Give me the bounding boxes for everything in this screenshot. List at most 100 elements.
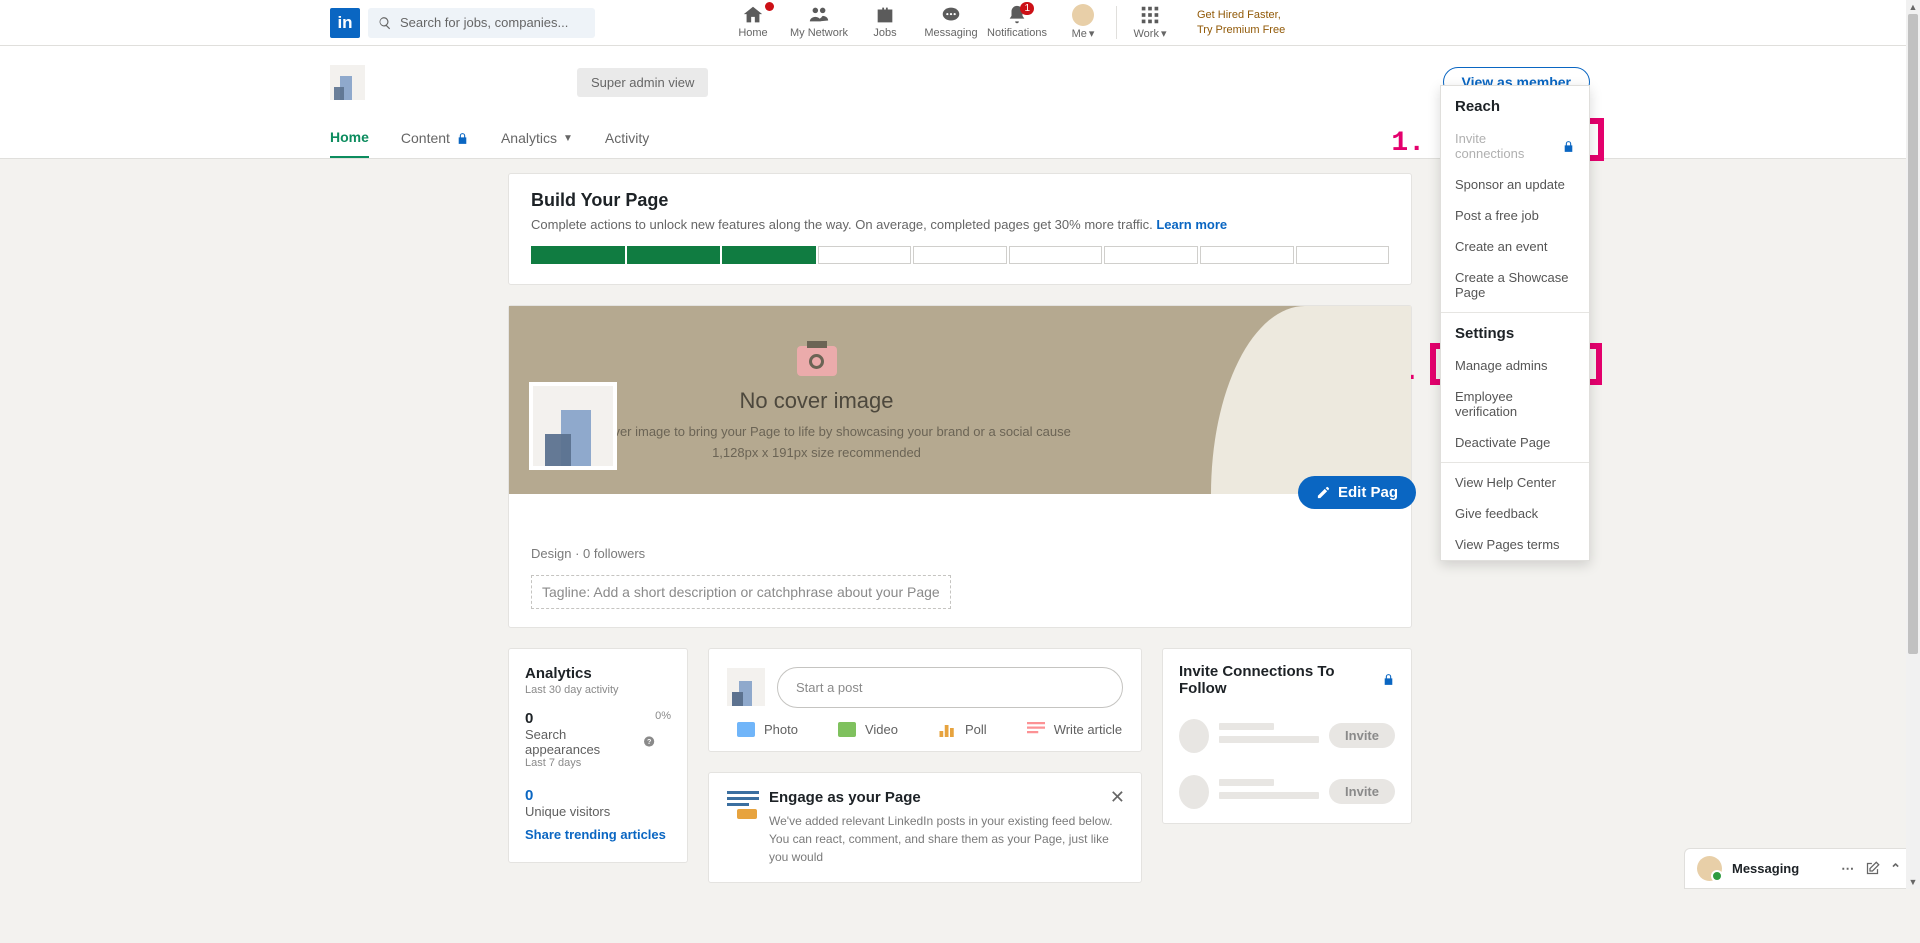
photo-icon xyxy=(737,722,755,737)
search-placeholder: Search for jobs, companies... xyxy=(400,15,568,30)
premium-upsell[interactable]: Get Hired Faster, Try Premium Free xyxy=(1197,8,1285,38)
video-icon xyxy=(838,722,856,737)
feed-icon xyxy=(727,791,759,819)
avatar-icon xyxy=(1072,4,1094,26)
dropdown-separator xyxy=(1441,462,1589,463)
lock-icon xyxy=(456,132,469,145)
dd-manage-admins[interactable]: Manage admins xyxy=(1441,350,1589,381)
post-article-button[interactable]: Write article xyxy=(1027,722,1122,737)
close-icon[interactable]: ✕ xyxy=(1110,787,1125,808)
vertical-scrollbar[interactable]: ▲ ▼ xyxy=(1906,0,1920,889)
search-icon xyxy=(378,16,392,30)
tab-home[interactable]: Home xyxy=(330,118,369,158)
annotation-step-1: 1. xyxy=(1391,128,1425,159)
super-admin-badge: Super admin view xyxy=(577,68,708,97)
caret-down-icon: ▾ xyxy=(1161,27,1167,40)
search-input[interactable]: Search for jobs, companies... xyxy=(368,8,595,38)
primary-nav: Home My Network Jobs Messaging 1 Notific… xyxy=(720,0,1285,46)
people-icon xyxy=(808,4,830,26)
share-trending-link[interactable]: Share trending articles xyxy=(525,827,671,842)
analytics-title: Analytics xyxy=(525,665,671,682)
nav-notifications[interactable]: 1 Notifications xyxy=(984,0,1050,39)
message-icon xyxy=(940,4,962,26)
dropdown-section-reach: Reach xyxy=(1441,86,1589,123)
lock-icon xyxy=(1382,673,1395,686)
lock-icon xyxy=(1562,140,1575,153)
page-logo-small xyxy=(727,668,765,706)
engage-title: Engage as your Page xyxy=(769,789,1123,806)
caret-down-icon: ▼ xyxy=(563,133,573,144)
dd-sponsor-update[interactable]: Sponsor an update xyxy=(1441,169,1589,200)
briefcase-icon xyxy=(874,4,896,26)
dd-create-event[interactable]: Create an event xyxy=(1441,231,1589,262)
svg-text:?: ? xyxy=(647,738,651,746)
edit-page-button[interactable]: Edit Pag xyxy=(1298,476,1416,509)
messaging-bar[interactable]: Messaging ⋯ ⌃ xyxy=(1684,848,1914,889)
nav-home[interactable]: Home xyxy=(720,0,786,39)
article-icon xyxy=(1027,722,1045,737)
avatar-placeholder xyxy=(1179,775,1209,809)
pencil-icon xyxy=(1316,485,1331,500)
admin-header: Super admin view View as member Home Con… xyxy=(0,46,1920,159)
analytics-card: Analytics Last 30 day activity 0 Search … xyxy=(508,648,688,863)
dd-employee-verification[interactable]: Employee verification xyxy=(1441,381,1589,427)
page-logo[interactable] xyxy=(529,382,617,470)
invite-connections-card: Invite Connections To Follow Invite Invi… xyxy=(1162,648,1412,824)
nav-jobs[interactable]: Jobs xyxy=(852,0,918,39)
invite-row: Invite xyxy=(1179,719,1395,753)
avatar-icon xyxy=(1697,856,1722,881)
dd-deactivate-page[interactable]: Deactivate Page xyxy=(1441,427,1589,458)
post-photo-button[interactable]: Photo xyxy=(737,722,798,737)
tab-content[interactable]: Content xyxy=(401,118,469,158)
dropdown-separator xyxy=(1441,312,1589,313)
tab-activity[interactable]: Activity xyxy=(605,118,649,158)
grid-icon xyxy=(1139,4,1161,26)
progress-bar xyxy=(531,246,1389,264)
linkedin-logo[interactable]: in xyxy=(330,8,360,38)
unique-visitors-count[interactable]: 0 xyxy=(525,787,671,804)
page-header-card: No cover image Add a cover image to brin… xyxy=(508,305,1412,628)
tab-analytics[interactable]: Analytics ▼ xyxy=(501,118,573,158)
dd-help-center[interactable]: View Help Center xyxy=(1441,467,1589,498)
scroll-up-arrow[interactable]: ▲ xyxy=(1906,0,1920,14)
dd-give-feedback[interactable]: Give feedback xyxy=(1441,498,1589,529)
page-meta: Design · 0 followers xyxy=(531,546,1389,561)
build-title: Build Your Page xyxy=(531,190,1389,211)
dd-invite-connections[interactable]: Invite connections xyxy=(1441,123,1589,169)
global-header: in Search for jobs, companies... Home My… xyxy=(0,0,1920,46)
dropdown-section-settings: Settings xyxy=(1441,317,1589,350)
learn-more-link[interactable]: Learn more xyxy=(1156,217,1227,232)
compose-icon[interactable] xyxy=(1865,861,1880,876)
start-post-input[interactable]: Start a post xyxy=(777,667,1123,708)
invite-button[interactable]: Invite xyxy=(1329,779,1395,804)
invite-row: Invite xyxy=(1179,775,1395,809)
caret-down-icon: ▾ xyxy=(1089,27,1095,40)
page-logo-small xyxy=(330,65,365,100)
poll-icon xyxy=(938,722,956,737)
info-icon[interactable]: ? xyxy=(643,735,655,748)
post-poll-button[interactable]: Poll xyxy=(938,722,987,737)
build-page-card: Build Your Page Complete actions to unlo… xyxy=(508,173,1412,285)
dd-pages-terms[interactable]: View Pages terms xyxy=(1441,529,1589,560)
start-post-card: Start a post Photo Video Poll Write arti… xyxy=(708,648,1142,752)
more-icon[interactable]: ⋯ xyxy=(1841,861,1855,877)
engage-card: ✕ Engage as your Page We've added releva… xyxy=(708,772,1142,883)
invite-button[interactable]: Invite xyxy=(1329,723,1395,748)
camera-icon xyxy=(797,346,837,376)
avatar-placeholder xyxy=(1179,719,1209,753)
post-video-button[interactable]: Video xyxy=(838,722,898,737)
nav-me[interactable]: Me▾ xyxy=(1050,0,1116,40)
chevron-up-icon[interactable]: ⌃ xyxy=(1890,861,1901,877)
home-icon xyxy=(742,4,764,26)
nav-work[interactable]: Work▾ xyxy=(1117,0,1183,40)
nav-network[interactable]: My Network xyxy=(786,0,852,39)
admin-tools-dropdown: Reach Invite connections Sponsor an upda… xyxy=(1440,85,1590,561)
tagline-input[interactable]: Tagline: Add a short description or catc… xyxy=(531,575,951,609)
cover-placeholder[interactable]: No cover image Add a cover image to brin… xyxy=(509,306,1411,494)
scrollbar-thumb[interactable] xyxy=(1908,14,1918,654)
invite-title: Invite Connections To Follow xyxy=(1179,663,1375,697)
scroll-down-arrow[interactable]: ▼ xyxy=(1906,875,1920,889)
dd-create-showcase[interactable]: Create a Showcase Page xyxy=(1441,262,1589,308)
nav-messaging[interactable]: Messaging xyxy=(918,0,984,39)
dd-post-free-job[interactable]: Post a free job xyxy=(1441,200,1589,231)
